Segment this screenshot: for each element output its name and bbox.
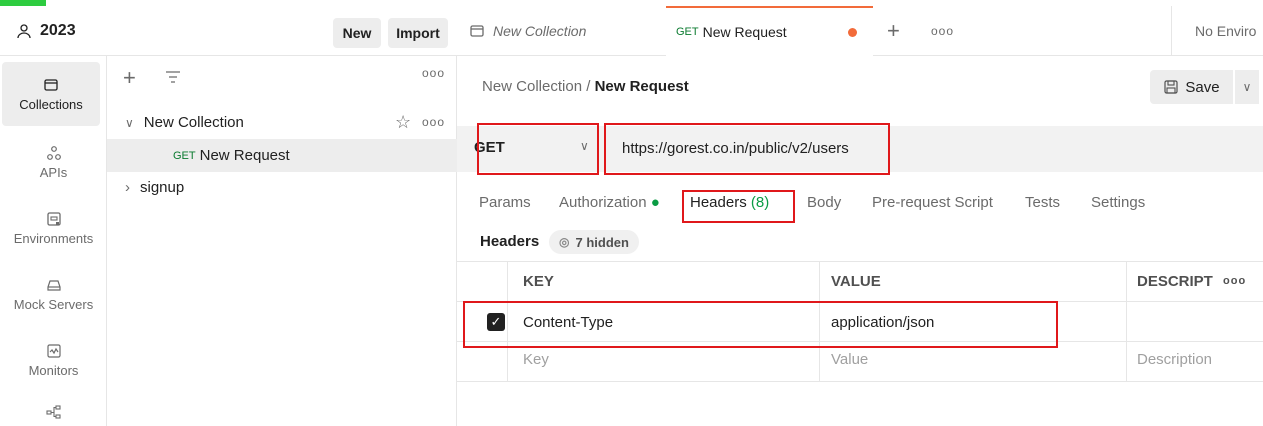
tree-item-folder[interactable]: › signup [107, 172, 457, 202]
sidebar-item-environments[interactable]: Environments [0, 196, 107, 260]
tab-new-request[interactable]: GET New Request [666, 6, 873, 56]
value-input[interactable]: Value [831, 351, 868, 368]
tab-tests[interactable]: Tests [1025, 194, 1060, 211]
column-header-key: KEY [523, 272, 554, 290]
more-icon[interactable]: ooo [1223, 261, 1246, 301]
sidebar-item-label: Collections [19, 96, 83, 112]
tab-authorization[interactable]: Authorization ● [559, 194, 660, 211]
method-badge: GET [676, 26, 699, 38]
divider [1171, 6, 1172, 56]
mock-servers-icon [46, 279, 61, 291]
collections-panel: + ooo ∨ New Collection ☆ ooo GET New Req… [107, 56, 457, 426]
status-dot: ● [650, 194, 660, 211]
workspace-header: 2023 New Import [0, 6, 457, 56]
highlight-url [604, 123, 890, 175]
import-button[interactable]: Import [388, 18, 448, 48]
new-tab-icon[interactable]: + [887, 6, 900, 56]
highlight-method [477, 123, 599, 175]
add-collection-icon[interactable]: + [123, 67, 136, 89]
chevron-down-icon: ∨ [125, 115, 134, 130]
tree-item-collection[interactable]: ∨ New Collection ☆ ooo [107, 106, 457, 139]
collections-icon [44, 78, 58, 91]
user-icon [17, 24, 31, 39]
request-tabs: Params Authorization ● Headers (8) Body … [457, 182, 1263, 218]
environments-icon [46, 211, 61, 226]
divider [1126, 261, 1127, 381]
highlight-headers-tab [682, 190, 795, 223]
sidebar-rail: Collections APIs Environments Mock Serve… [0, 56, 107, 426]
tab-settings[interactable]: Settings [1091, 194, 1145, 211]
tree-item-request[interactable]: GET New Request [107, 139, 457, 172]
save-dropdown-icon[interactable]: ∨ [1235, 70, 1259, 104]
key-input[interactable]: Key [523, 351, 549, 368]
column-header-value: VALUE [831, 272, 881, 290]
eye-icon: ◎ [559, 235, 570, 249]
method-badge: GET [173, 149, 196, 162]
apis-icon [46, 145, 61, 160]
more-icon[interactable]: ooo [422, 115, 445, 129]
breadcrumb: New Collection / New Request [482, 78, 689, 95]
breadcrumb-current[interactable]: New Request [595, 78, 689, 95]
more-icon[interactable]: ooo [422, 66, 445, 80]
divider [457, 381, 1263, 382]
collections-icon [470, 25, 484, 37]
filter-icon[interactable] [165, 70, 181, 84]
headers-title: Headers [480, 233, 540, 250]
star-icon[interactable]: ☆ [395, 112, 411, 133]
sidebar-item-apis[interactable]: APIs [0, 130, 107, 194]
hidden-headers-toggle[interactable]: ◎ 7 hidden [549, 230, 639, 254]
description-input[interactable]: Description [1137, 351, 1212, 368]
sidebar-item-label: Mock Servers [13, 296, 94, 312]
sidebar-item-label: Environments [13, 230, 94, 246]
breadcrumb-parent[interactable]: New Collection [482, 78, 582, 95]
monitors-icon [46, 343, 61, 358]
sidebar-item-monitors[interactable]: Monitors [0, 328, 107, 392]
new-button[interactable]: New [333, 18, 381, 48]
save-button[interactable]: Save [1150, 70, 1233, 104]
tab-pre-request-script[interactable]: Pre-request Script [872, 194, 993, 211]
chevron-right-icon: › [125, 178, 130, 196]
column-header-description: DESCRIPT [1137, 272, 1213, 290]
tab-body[interactable]: Body [807, 194, 841, 211]
tabs-bar: New Collection GET New Request + ooo No … [457, 6, 1263, 56]
highlight-header-row [463, 301, 1058, 348]
sidebar-item-collections[interactable]: Collections [2, 62, 100, 126]
unsaved-dot [848, 28, 857, 37]
sidebar-item-label: Monitors [28, 362, 79, 378]
sidebar-item-label: APIs [39, 164, 68, 180]
more-tabs-icon[interactable]: ooo [931, 6, 954, 56]
sidebar-item-flows[interactable] [0, 392, 107, 426]
flows-icon [45, 405, 61, 419]
save-icon [1164, 80, 1178, 94]
tab-params[interactable]: Params [479, 194, 531, 211]
tab-new-collection[interactable]: New Collection [469, 6, 586, 56]
environment-selector[interactable]: No Enviro [1195, 6, 1256, 56]
workspace-title[interactable]: 2023 [16, 22, 76, 40]
sidebar-item-mock-servers[interactable]: Mock Servers [0, 262, 107, 326]
